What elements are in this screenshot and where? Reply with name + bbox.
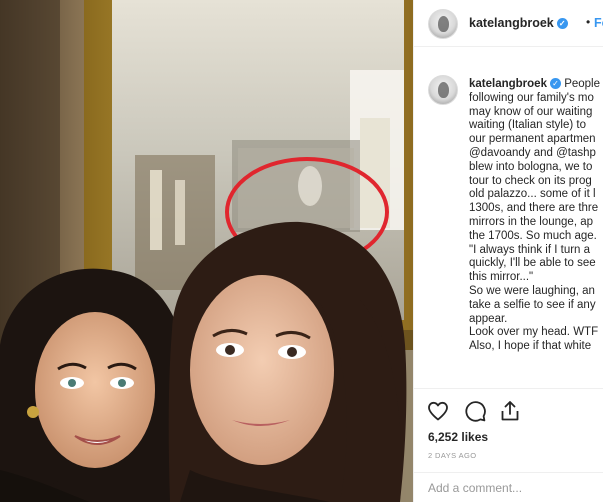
username-text: katelangbroek bbox=[469, 16, 554, 30]
caption-line: People bbox=[564, 78, 600, 90]
likes-count[interactable]: 6,252 likes bbox=[428, 430, 488, 444]
caption-avatar[interactable] bbox=[428, 75, 458, 105]
timestamp[interactable]: 2 DAYS AGO bbox=[428, 451, 476, 460]
caption-line: Also, I hope if that white bbox=[469, 340, 592, 353]
caption-area: katelangbroek ✓ People following our fami… bbox=[414, 48, 603, 388]
caption-line: waiting (Italian style) to bbox=[469, 119, 586, 132]
caption-username[interactable]: katelangbroek bbox=[469, 78, 547, 90]
caption-line: following our family's mo bbox=[469, 91, 594, 104]
caption-line: So we were laughing, an bbox=[469, 284, 595, 297]
caption-line: tour to check on its prog bbox=[469, 174, 592, 187]
avatar[interactable] bbox=[428, 9, 458, 39]
caption-line: 1300s, and there are thre bbox=[469, 202, 599, 215]
post-actions: 6,252 likes 2 DAYS AGO bbox=[414, 388, 603, 502]
username-link[interactable]: katelangbroek ✓ bbox=[469, 16, 568, 30]
post-photo bbox=[0, 0, 413, 502]
caption-line: our permanent apartmen bbox=[469, 133, 596, 146]
heart-icon[interactable] bbox=[426, 399, 450, 423]
separator-dot: • bbox=[586, 15, 591, 29]
caption-line: old palazzo... some of it l bbox=[469, 188, 596, 201]
comment-icon-graphic bbox=[465, 401, 486, 422]
caption-line: mirrors in the lounge, ap bbox=[469, 215, 594, 228]
caption-line: appear. bbox=[469, 312, 508, 325]
caption-line: blew into bologna, we to bbox=[469, 160, 593, 173]
heart-icon-graphic bbox=[428, 401, 448, 421]
share-icon[interactable] bbox=[498, 399, 522, 423]
caption-line: may know of our waiting bbox=[469, 105, 593, 118]
comment-input[interactable] bbox=[428, 481, 598, 495]
caption-line-first: katelangbroek ✓ People bbox=[469, 78, 603, 92]
caption-line: "I always think if I turn a bbox=[469, 243, 591, 256]
comment-icon[interactable] bbox=[463, 399, 487, 423]
caption-mention-line[interactable]: @davoandy and @tashp bbox=[469, 147, 603, 161]
caption-line: this mirror..." bbox=[469, 271, 534, 284]
verified-badge-icon: ✓ bbox=[549, 78, 561, 89]
post-sidebar: katelangbroek✓ • Follo katelangbroek✓ Pe… bbox=[413, 0, 603, 502]
add-comment-row bbox=[414, 472, 603, 502]
caption-line: take a selfie to see if any bbox=[469, 298, 596, 311]
selfie-image bbox=[0, 0, 413, 502]
follow-button[interactable]: Follo bbox=[594, 16, 603, 30]
caption-text: katelangbroek ✓ People following our fami… bbox=[469, 78, 603, 354]
verified-badge-icon: ✓ bbox=[556, 18, 568, 29]
caption-line: quickly, I'll be able to see bbox=[469, 257, 596, 270]
caption-line: the 1700s. So much age. bbox=[469, 229, 597, 242]
share-icon-graphic bbox=[501, 401, 519, 421]
caption-line: Look over my head. WTF bbox=[469, 326, 599, 339]
post-header: katelangbroek✓ • Follo bbox=[414, 0, 603, 47]
